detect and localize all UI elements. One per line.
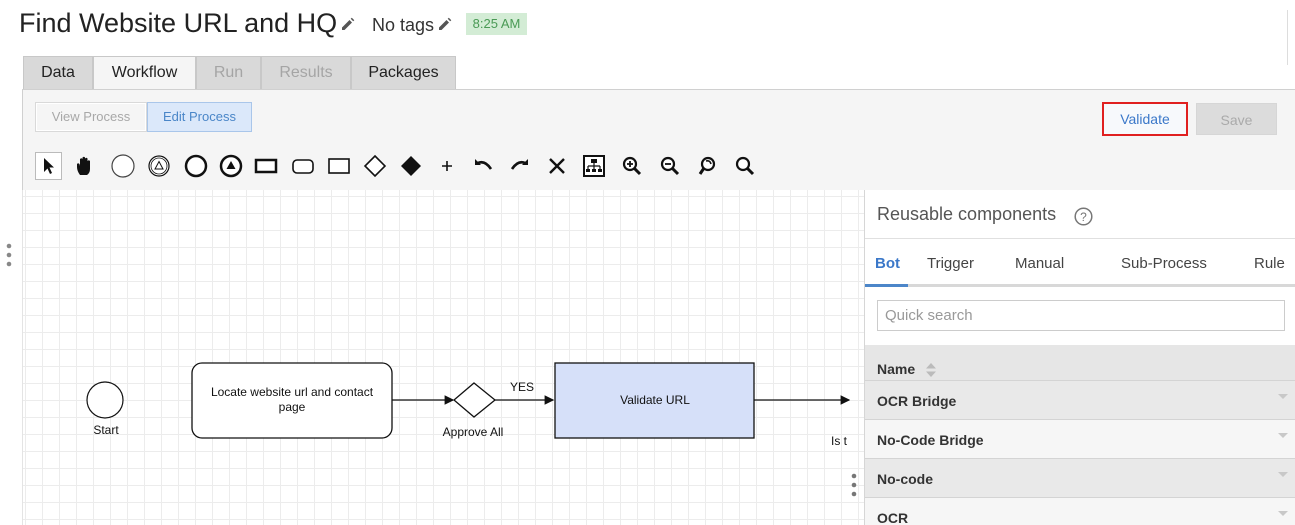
chevron-down-icon[interactable] <box>1278 511 1288 516</box>
tab-bot[interactable]: Bot <box>875 255 900 272</box>
task2-label: Validate URL <box>620 393 690 407</box>
tab-manual[interactable]: Manual <box>1015 255 1064 272</box>
chevron-down-icon[interactable] <box>1278 394 1288 399</box>
svg-text:?: ? <box>1080 210 1087 224</box>
panel-resize-handle-icon[interactable] <box>851 473 857 502</box>
tab-trigger[interactable]: Trigger <box>927 255 974 272</box>
chevron-down-icon[interactable] <box>1278 472 1288 477</box>
chevron-down-icon[interactable] <box>1278 433 1288 438</box>
truncated-label: Is t <box>831 434 848 448</box>
gateway-node-approve[interactable] <box>452 382 497 418</box>
help-icon[interactable]: ? <box>1074 207 1093 231</box>
divider <box>865 238 1295 239</box>
gateway-label: Approve All <box>442 425 504 439</box>
list-item-label: OCR <box>877 510 909 525</box>
list-item[interactable]: No-Code Bridge <box>865 419 1295 458</box>
list-item[interactable]: OCR <box>865 497 1295 525</box>
yes-label: YES <box>509 380 534 394</box>
validate-button[interactable]: Validate <box>1102 102 1188 136</box>
tab-underline <box>865 284 1295 287</box>
list-item[interactable]: No-code <box>865 458 1295 497</box>
start-event-node[interactable] <box>86 381 124 419</box>
divider <box>1287 10 1288 65</box>
list-item-label: No-Code Bridge <box>877 432 984 448</box>
list-item[interactable]: OCR Bridge <box>865 380 1295 419</box>
quick-search-input[interactable] <box>877 300 1285 331</box>
list-item-label: No-code <box>877 471 933 487</box>
column-name-header[interactable]: Name <box>877 361 915 377</box>
save-button[interactable]: Save <box>1196 103 1277 135</box>
tab-rule[interactable]: Rule <box>1254 255 1285 272</box>
list-item-label: OCR Bridge <box>877 393 957 409</box>
start-label: Start <box>93 423 119 437</box>
workflow-diagram <box>86 362 851 439</box>
reusable-components-panel: Reusable components ? Bot Trigger Manual… <box>864 190 1295 525</box>
tab-sub-process[interactable]: Sub-Process <box>1121 255 1207 272</box>
active-tab-indicator <box>865 284 908 287</box>
panel-title: Reusable components <box>877 204 1057 224</box>
task1-label: Locate website url and contact page <box>210 385 374 414</box>
